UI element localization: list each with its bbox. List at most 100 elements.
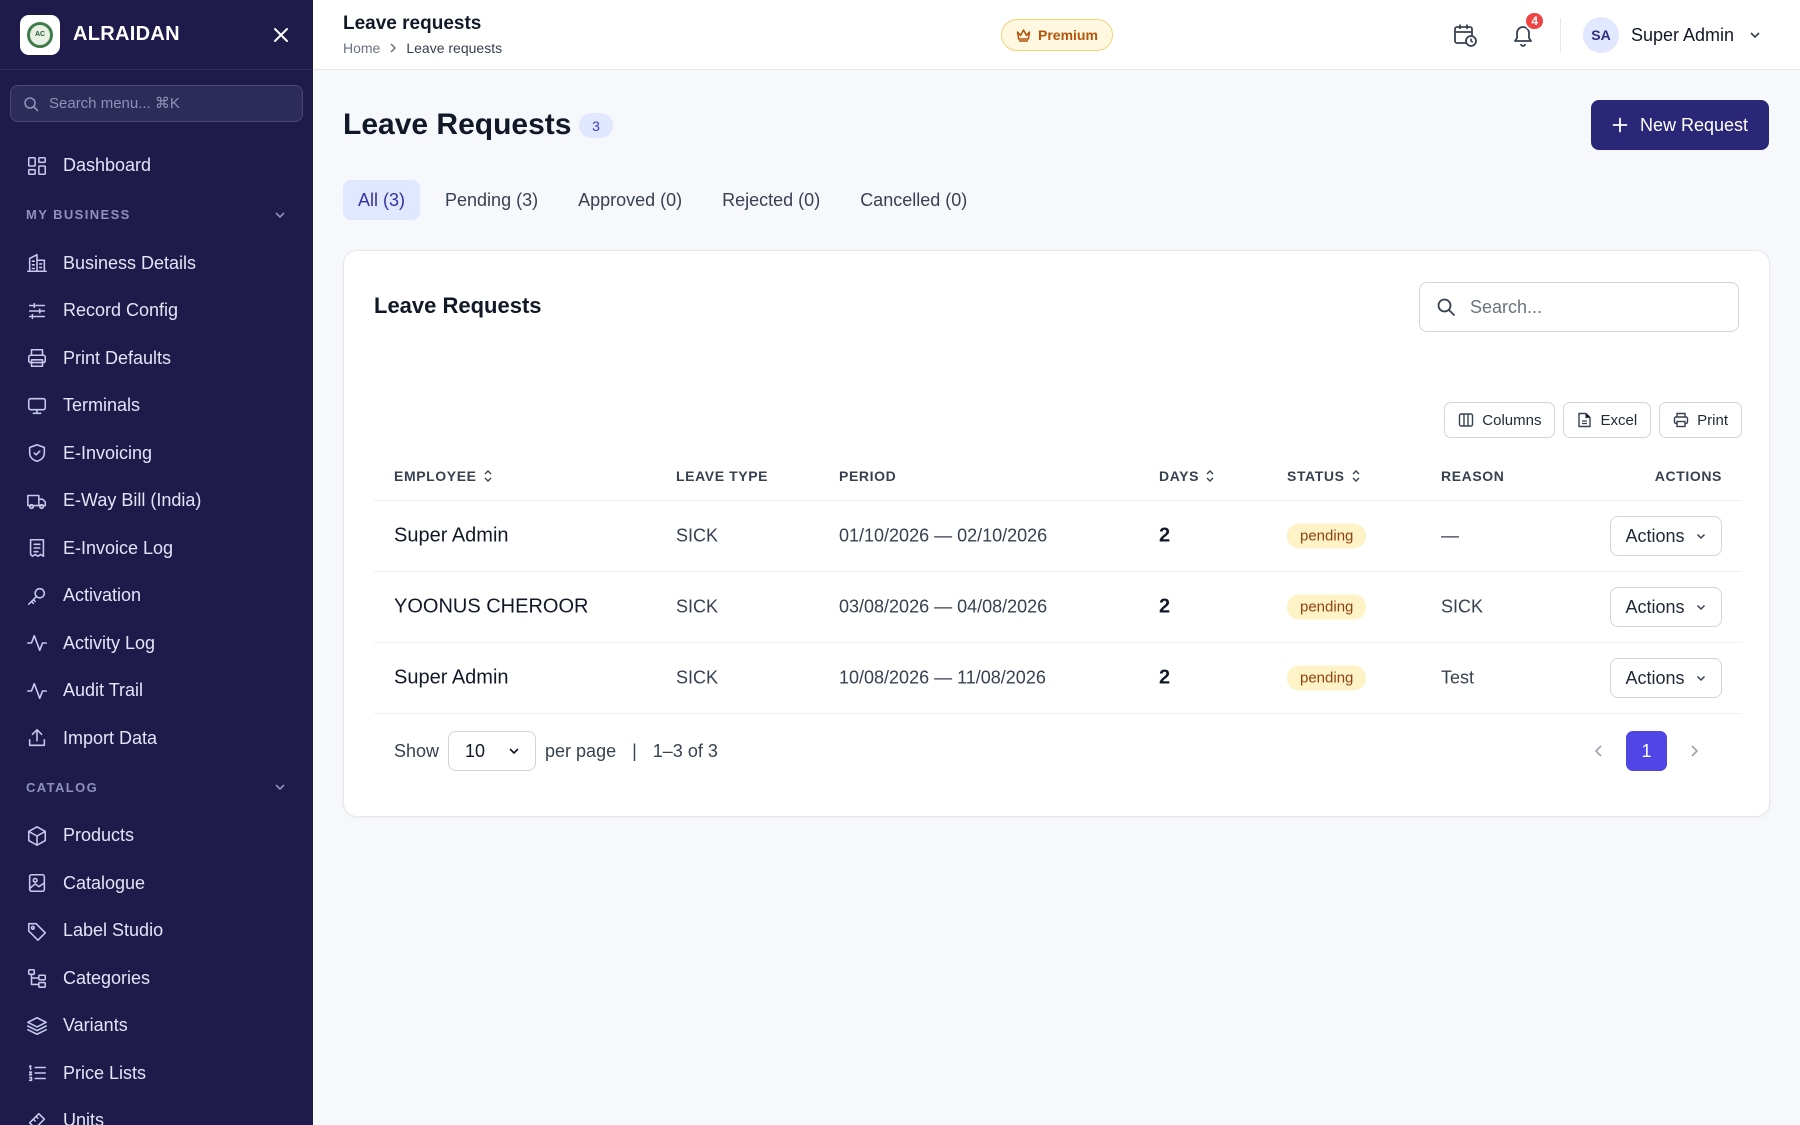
column-leave-type-label: LEAVE TYPE [676,468,769,484]
table-search-input[interactable] [1470,296,1720,318]
sidebar-item-categories[interactable]: Categories [0,955,313,1003]
leave-days: 2 [1159,666,1171,689]
brand-name: ALRAIDAN [73,23,180,45]
status-badge: pending [1287,523,1367,549]
column-employee[interactable]: EMPLOYEE [394,468,493,484]
tab-all[interactable]: All (3) [343,180,421,220]
new-request-button[interactable]: New Request [1591,100,1769,150]
tab-approved[interactable]: Approved (0) [563,180,697,220]
column-period-label: PERIOD [839,468,897,484]
brand-logo[interactable]: AC [20,14,60,55]
tab-pending[interactable]: Pending (3) [430,180,553,220]
sidebar-item-products[interactable]: Products [0,812,313,860]
column-reason-label: REASON [1441,468,1505,484]
bell-icon[interactable]: 4 [1509,11,1545,49]
column-status[interactable]: STATUS [1287,468,1361,484]
sidebar-section-title: MY BUSINESS [26,207,131,222]
sort-icon [1352,470,1360,482]
status-cell: pending [1287,594,1367,620]
sidebar-item-e-invoice-log[interactable]: E-Invoice Log [0,525,313,573]
sidebar-item-business-details[interactable]: Business Details [0,240,313,288]
upload-icon [28,729,46,747]
status-tabs: All (3) Pending (3) Approved (0) Rejected (… [343,180,992,220]
page-header-title: Leave requests [343,13,482,34]
page-number[interactable]: 1 [1626,731,1667,771]
sidebar-item-label: Catalogue [63,872,146,893]
print-button[interactable]: Print [1659,402,1742,438]
column-days-label: DAYS [1159,468,1200,484]
per-page-value: 10 [465,740,486,761]
main-content: Leave Requests 3 New Request All (3) Pend… [313,70,1800,1125]
tag-icon [27,922,47,941]
table-search[interactable] [1419,282,1739,332]
sidebar-section-catalog[interactable]: CATALOG [0,762,313,812]
excel-button[interactable]: Excel [1563,402,1652,438]
sidebar-section-my-business[interactable]: MY BUSINESS [0,190,313,240]
sidebar-item-e-invoicing[interactable]: E-Invoicing [0,430,313,478]
topbar-divider [1560,18,1561,52]
status-badge: pending [1287,594,1367,620]
table-header: EMPLOYEE LEAVE TYPE PERIOD DAYS STATUS R… [374,451,1742,501]
employee-name: Super Admin [394,666,509,689]
employee-name: Super Admin [394,524,509,547]
sidebar-section-title: CATALOG [26,779,99,795]
tab-rejected[interactable]: Rejected (0) [707,180,835,220]
chevron-down-icon [1696,675,1705,682]
close-icon[interactable] [269,23,293,47]
per-page-select[interactable]: 10 [448,731,537,771]
pagination-summary: Show 10 per page | 1–3 of 3 [394,731,718,771]
row-actions-button[interactable]: Actions [1610,516,1722,556]
sort-icon [484,470,492,482]
leave-days: 2 [1159,595,1171,618]
row-actions-button[interactable]: Actions [1610,658,1722,698]
next-page-icon[interactable] [1679,731,1709,771]
sidebar-item-record-config[interactable]: Record Config [0,287,313,335]
column-days[interactable]: DAYS [1159,468,1215,484]
sidebar-item-activation[interactable]: Activation [0,572,313,620]
sidebar-item-catalogue[interactable]: Catalogue [0,860,313,908]
sidebar-item-price-lists[interactable]: Price Lists [0,1050,313,1098]
sidebar-item-dashboard[interactable]: Dashboard [0,142,313,190]
premium-badge[interactable]: Premium [1001,19,1113,51]
sidebar-item-activity-log[interactable]: Activity Log [0,620,313,668]
menu-search-input[interactable] [49,95,289,112]
row-actions-label: Actions [1625,667,1685,688]
column-reason: REASON [1441,468,1505,484]
tab-cancelled[interactable]: Cancelled (0) [845,180,982,220]
column-actions: ACTIONS [1655,468,1722,484]
table-row: Super Admin SICK 10/08/2026 — 11/08/2026 2 p… [374,643,1742,714]
print-label: Print [1697,411,1728,429]
sidebar: AC ALRAIDAN Dashboard MY BUSINESS Business… [0,0,313,1125]
notification-count: 4 [1524,11,1545,31]
row-actions-button[interactable]: Actions [1610,587,1722,627]
sidebar-item-print-defaults[interactable]: Print Defaults [0,335,313,383]
row-actions-label: Actions [1625,525,1685,546]
table-row: YOONUS CHEROOR SICK 03/08/2026 — 04/08/202… [374,572,1742,643]
columns-button[interactable]: Columns [1444,402,1556,438]
dashboard-icon [27,156,47,175]
user-menu[interactable]: SA Super Admin [1583,17,1762,53]
leave-type: SICK [676,525,719,546]
search-icon [24,96,39,111]
sidebar-item-import-data[interactable]: Import Data [0,715,313,763]
chevron-down-icon [275,784,285,791]
excel-label: Excel [1600,411,1638,429]
prev-page-icon[interactable] [1584,731,1614,771]
avatar: SA [1583,17,1619,53]
sidebar-item-e-way-bill-india[interactable]: E-Way Bill (India) [0,477,313,525]
sidebar-item-variants[interactable]: Variants [0,1002,313,1050]
leave-type: SICK [676,596,719,617]
sidebar-item-label: Units [63,1110,105,1125]
sidebar-item-label-studio[interactable]: Label Studio [0,907,313,955]
calendar-clock-icon[interactable] [1451,21,1479,49]
menu-search[interactable] [10,85,303,122]
sidebar-item-audit-trail[interactable]: Audit Trail [0,667,313,715]
chevron-down-icon [1750,32,1760,39]
table-toolbar: Columns Excel Print [1436,402,1742,438]
sidebar-item-terminals[interactable]: Terminals [0,382,313,430]
shield-icon [28,444,46,463]
sidebar-item-units[interactable]: Units [0,1097,313,1125]
footer-separator: | [632,740,637,761]
leave-period: 03/08/2026 — 04/08/2026 [839,596,1048,617]
breadcrumb-home[interactable]: Home [343,40,380,56]
